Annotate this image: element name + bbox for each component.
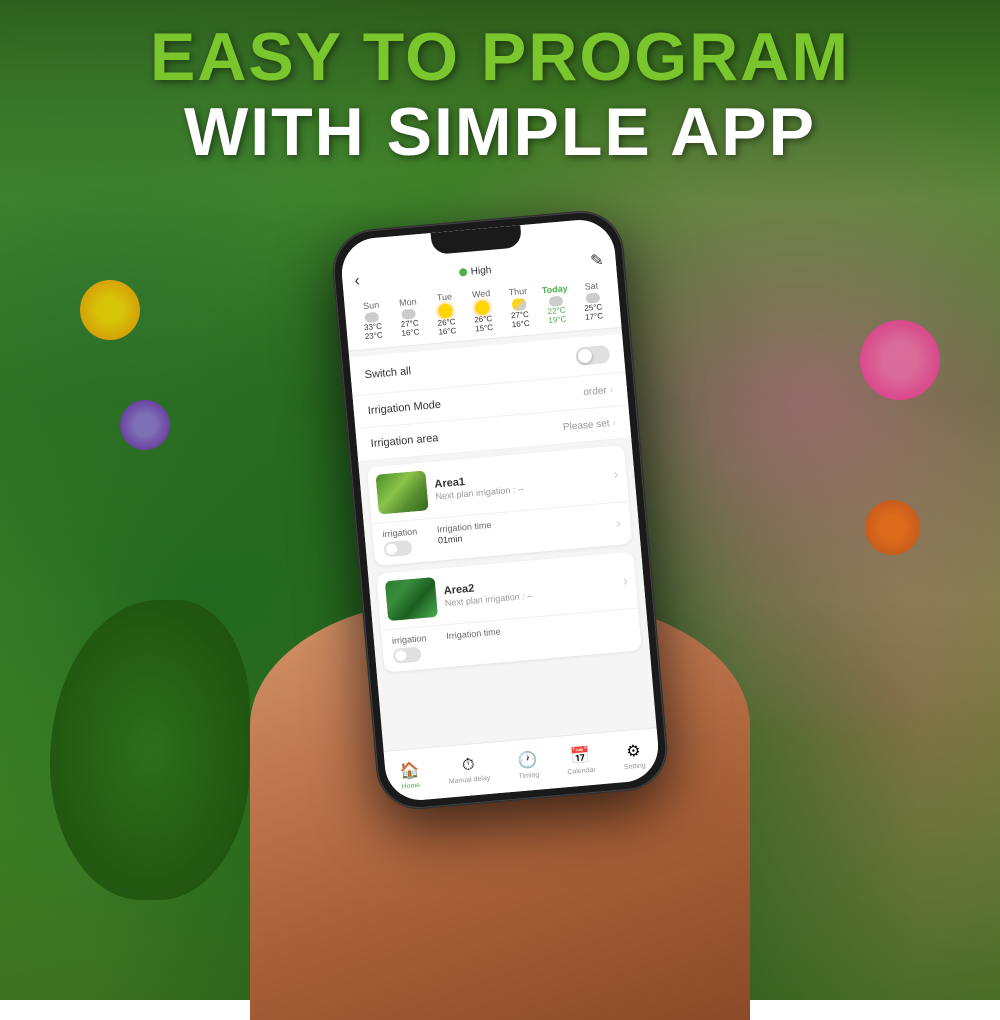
day-name-sun: Sun — [363, 300, 380, 311]
area-1-toggle-knob — [386, 543, 398, 555]
nav-label-manual: Manual delay — [449, 775, 491, 786]
areas-section: Area1 Next plan irrigation : -- › irriga… — [358, 438, 651, 687]
title-container: EASY TO PROGRAM WITH SIMPLE APP — [0, 20, 1000, 170]
title-line2: WITH SIMPLE APP — [0, 95, 1000, 170]
area-2-irrigation-label: irrigation — [392, 633, 427, 646]
temp-low-mon: 16°C — [401, 327, 420, 338]
weather-day-today: Today 22°C 19°C — [536, 283, 576, 326]
phone-frame: ‹ High ✎ Sun 33°C 23°C — [330, 208, 669, 811]
area-1-irrigation-label: irrigation — [382, 526, 417, 539]
weather-day-thur: Thur 27°C 16°C — [499, 285, 539, 330]
area-1-irrigation-control: irrigation — [382, 526, 419, 557]
temp-low-sat: 17°C — [585, 311, 604, 322]
area-1-chevron-icon: › — [613, 466, 619, 482]
toggle-knob — [577, 348, 592, 363]
edit-button[interactable]: ✎ — [589, 250, 604, 271]
area-2-thumbnail — [385, 577, 438, 621]
nav-label-setting: Setting — [624, 762, 646, 771]
switch-all-label: Switch all — [364, 365, 411, 381]
day-name-wed: Wed — [472, 288, 491, 300]
area-1-time-control[interactable]: Irrigation time 01min — [437, 520, 494, 553]
weather-day-mon: Mon 27°C 16°C — [389, 296, 429, 339]
day-name-tue: Tue — [436, 291, 452, 302]
temp-low-today: 19°C — [548, 315, 567, 326]
nav-item-home[interactable]: 🏠 Home — [399, 760, 421, 791]
signal-label: High — [470, 264, 491, 277]
phone-screen: ‹ High ✎ Sun 33°C 23°C — [339, 217, 661, 803]
switch-all-toggle[interactable] — [575, 345, 610, 366]
weather-day-tue: Tue 26°C 16°C — [426, 290, 467, 337]
area-1-info: Area1 Next plan irrigation : -- — [434, 463, 607, 501]
day-name-thur: Thur — [508, 286, 527, 298]
nav-item-timing[interactable]: 🕐 Timing — [516, 750, 539, 781]
home-icon: 🏠 — [399, 760, 421, 782]
flower-decoration-3 — [120, 400, 170, 450]
irrigation-area-value-container: Please set › — [562, 417, 616, 433]
manual-delay-icon: ⏱ — [461, 756, 475, 775]
irrigation-area-value: Please set — [562, 418, 609, 433]
signal-icon — [458, 268, 467, 277]
area-1-detail-right: › — [615, 509, 622, 537]
nav-label-calendar: Calendar — [567, 767, 596, 776]
weather-day-sat: Sat 25°C 17°C — [573, 280, 613, 323]
chevron-right-icon-2: › — [612, 417, 616, 428]
setting-icon: ⚙ — [625, 741, 641, 762]
weather-day-sun: Sun 33°C 23°C — [352, 299, 392, 342]
nav-label-home: Home — [401, 782, 420, 791]
area-2-irrigation-control: irrigation — [392, 633, 429, 664]
area-2-toggle-knob — [395, 650, 407, 662]
timing-icon: 🕐 — [517, 750, 539, 772]
sun-icon-wed — [475, 300, 490, 315]
chevron-right-icon: › — [609, 384, 613, 395]
temp-low-tue: 16°C — [438, 326, 457, 337]
irrigation-mode-value-container: order › — [583, 384, 614, 398]
temp-low-sun: 23°C — [364, 331, 383, 342]
sun-icon-tue — [438, 303, 453, 318]
area-1-image — [375, 470, 428, 514]
temp-low-wed: 15°C — [475, 323, 494, 334]
area-card-2: Area2 Next plan irrigation : -- › irriga… — [376, 552, 642, 673]
area-2-time-control[interactable]: Irrigation time — [446, 626, 503, 659]
nav-item-manual[interactable]: ⏱ Manual delay — [447, 755, 491, 786]
day-name-sat: Sat — [584, 281, 598, 292]
weather-day-wed: Wed 26°C 15°C — [462, 287, 503, 334]
temp-low-thur: 16°C — [511, 319, 530, 330]
nav-item-setting[interactable]: ⚙ Setting — [622, 740, 646, 771]
calendar-icon: 📅 — [569, 745, 591, 767]
day-name-mon: Mon — [399, 296, 417, 307]
area-2-chevron-icon: › — [622, 572, 628, 588]
flower-decoration-2 — [860, 320, 940, 400]
area-1-irrigation-toggle[interactable] — [383, 540, 412, 557]
area-1-time-chevron-icon: › — [615, 515, 621, 531]
irrigation-mode-value: order — [583, 385, 607, 398]
nav-item-calendar[interactable]: 📅 Calendar — [565, 745, 596, 776]
flower-decoration-1 — [80, 280, 140, 340]
area-2-time-label: Irrigation time — [446, 626, 501, 641]
irrigation-area-label: Irrigation area — [370, 432, 439, 450]
area-card-1: Area1 Next plan irrigation : -- › irriga… — [367, 445, 633, 566]
irrigation-mode-label: Irrigation Mode — [367, 399, 441, 417]
area-1-thumbnail — [375, 470, 428, 514]
title-line1: EASY TO PROGRAM — [0, 20, 1000, 95]
nav-label-timing: Timing — [518, 772, 539, 781]
day-name-today: Today — [541, 283, 568, 295]
flower-decoration-4 — [865, 500, 920, 555]
area-2-irrigation-toggle[interactable] — [393, 646, 422, 663]
phone-container: ‹ High ✎ Sun 33°C 23°C — [330, 208, 669, 811]
area-2-image — [385, 577, 438, 621]
area-2-info: Area2 Next plan irrigation : -- — [443, 570, 616, 608]
